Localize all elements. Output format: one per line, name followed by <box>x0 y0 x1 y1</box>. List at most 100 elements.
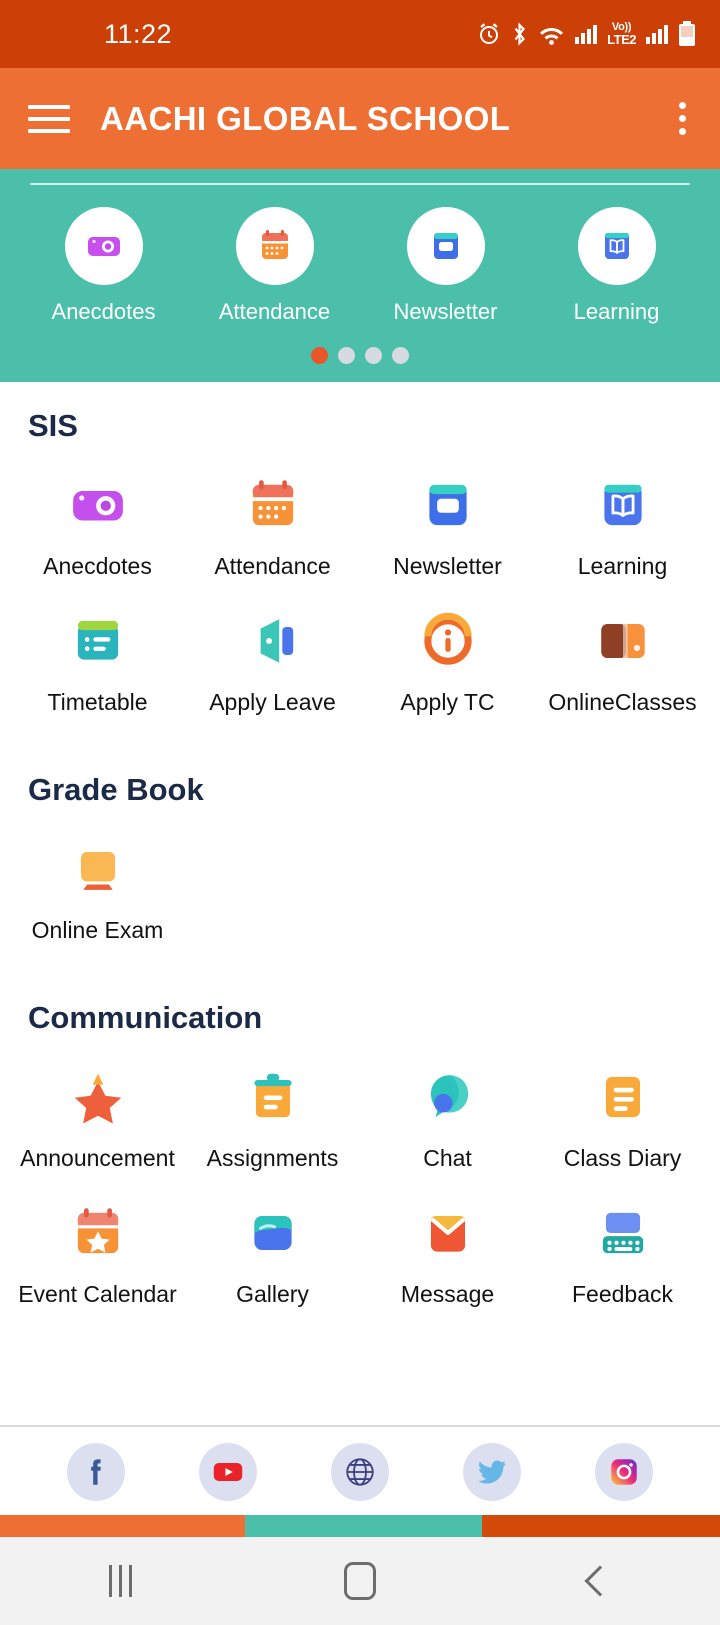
info-circle-icon <box>417 610 479 672</box>
tile-announcement[interactable]: Announcement <box>10 1036 185 1172</box>
tile-label: Message <box>400 1281 495 1307</box>
carousel-item-label: Learning <box>573 299 660 324</box>
carousel-dot-3[interactable] <box>365 347 382 364</box>
tile-online-exam[interactable]: Online Exam <box>10 808 185 944</box>
tile-label: Learning <box>577 553 668 579</box>
tile-label: Chat <box>423 1145 472 1171</box>
gallery-icon <box>242 1202 304 1264</box>
carousel-item-learning[interactable]: Learning <box>531 207 702 325</box>
tile-class-diary[interactable]: Class Diary <box>535 1036 710 1172</box>
tile-chat[interactable]: Chat <box>360 1036 535 1172</box>
segment-orange <box>0 1515 245 1537</box>
tile-label: Apply TC <box>400 689 495 715</box>
tile-anecdotes[interactable]: Anecdotes <box>10 444 185 580</box>
alarm-icon <box>477 22 501 46</box>
star-icon <box>67 1066 129 1128</box>
app-bar: AACHI GLOBAL SCHOOL <box>0 68 720 169</box>
tile-label: Class Diary <box>563 1145 682 1171</box>
hamburger-menu-icon[interactable] <box>28 104 70 133</box>
carousel-divider <box>30 183 690 185</box>
youtube-icon[interactable] <box>199 1443 257 1501</box>
event-calendar-icon <box>67 1202 129 1264</box>
tile-assignments[interactable]: Assignments <box>185 1036 360 1172</box>
bluetooth-icon <box>510 22 529 46</box>
facebook-icon[interactable] <box>67 1443 125 1501</box>
segment-dark-orange <box>482 1515 720 1537</box>
tile-label: Online Exam <box>31 917 164 943</box>
tile-event-calendar[interactable]: Event Calendar <box>10 1172 185 1308</box>
volte-icon: Vo)) LTE2 <box>607 21 636 47</box>
tile-label: Assignments <box>206 1145 339 1171</box>
main-content[interactable]: SIS Anecdotes Attendance Newsletter Lear… <box>0 382 720 1515</box>
section-title-grade-book: Grade Book <box>28 772 204 807</box>
tile-label: Feedback <box>571 1281 673 1307</box>
carousel-items: Anecdotes Attendance Newsletter Learning <box>0 207 720 325</box>
feature-carousel: Anecdotes Attendance Newsletter Learning <box>0 169 720 382</box>
tile-attendance[interactable]: Attendance <box>185 444 360 580</box>
twitter-icon[interactable] <box>463 1443 521 1501</box>
tile-message[interactable]: Message <box>360 1172 535 1308</box>
carousel-item-label: Newsletter <box>393 299 498 324</box>
section-grid-grade-book: Online Exam <box>0 808 720 944</box>
clipboard-icon <box>242 1066 304 1128</box>
newsletter-icon <box>406 207 485 285</box>
carousel-item-newsletter[interactable]: Newsletter <box>360 207 531 325</box>
carousel-dot-1[interactable] <box>311 347 328 364</box>
camera-icon <box>67 474 129 536</box>
tile-apply-leave[interactable]: Apply Leave <box>185 580 360 716</box>
tile-label: Apply Leave <box>209 689 336 715</box>
monitor-icon <box>67 838 129 900</box>
carousel-item-label: Anecdotes <box>51 299 156 324</box>
page-title: AACHI GLOBAL SCHOOL <box>100 99 511 137</box>
open-book-icon <box>592 474 654 536</box>
signal2-icon <box>645 22 669 46</box>
tile-label: Anecdotes <box>43 553 152 579</box>
envelope-icon <box>417 1202 479 1264</box>
camera-icon <box>64 207 143 285</box>
calendar-icon <box>235 207 314 285</box>
recent-apps-icon[interactable] <box>60 1565 180 1597</box>
tile-timetable[interactable]: Timetable <box>10 580 185 716</box>
android-nav-bar <box>0 1537 720 1625</box>
carousel-item-label: Attendance <box>218 299 331 324</box>
status-time: 11:22 <box>104 18 173 49</box>
instagram-icon[interactable] <box>595 1443 653 1501</box>
tile-apply-tc[interactable]: Apply TC <box>360 580 535 716</box>
carousel-pagination <box>0 347 720 364</box>
social-bar <box>0 1425 720 1515</box>
back-icon[interactable] <box>540 1565 660 1597</box>
website-icon[interactable] <box>331 1443 389 1501</box>
carousel-item-attendance[interactable]: Attendance <box>189 207 360 325</box>
tile-gallery[interactable]: Gallery <box>185 1172 360 1308</box>
carousel-dot-4[interactable] <box>392 347 409 364</box>
more-vertical-icon[interactable] <box>673 96 692 141</box>
signal-icon <box>574 22 598 46</box>
carousel-item-anecdotes[interactable]: Anecdotes <box>18 207 189 325</box>
home-icon[interactable] <box>300 1562 420 1600</box>
section-title-communication: Communication <box>28 1000 263 1035</box>
battery-icon <box>678 21 696 47</box>
chat-bubble-icon <box>417 1066 479 1128</box>
tile-label: Timetable <box>47 689 148 715</box>
tile-feedback[interactable]: Feedback <box>535 1172 710 1308</box>
tile-label: Event Calendar <box>18 1281 177 1307</box>
door-exit-icon <box>242 610 304 672</box>
tile-newsletter[interactable]: Newsletter <box>360 444 535 580</box>
tile-label: Announcement <box>20 1145 175 1171</box>
tile-onlineclasses[interactable]: OnlineClasses <box>535 580 710 716</box>
tile-learning[interactable]: Learning <box>535 444 710 580</box>
newsletter-icon <box>417 474 479 536</box>
section-grid-communication: Announcement Assignments Chat Class Diar… <box>0 1036 720 1308</box>
status-bar: 11:22 Vo)) LTE2 <box>0 0 720 68</box>
section-grid-sis: Anecdotes Attendance Newsletter Learning <box>0 444 720 716</box>
online-classes-icon <box>592 610 654 672</box>
wifi-icon <box>538 22 565 46</box>
segment-teal <box>244 1515 483 1537</box>
social-row <box>0 1443 720 1501</box>
tile-label: Attendance <box>214 553 331 579</box>
carousel-dot-2[interactable] <box>338 347 355 364</box>
diary-icon <box>592 1066 654 1128</box>
calendar-icon <box>242 474 304 536</box>
tile-label: Gallery <box>236 1281 309 1307</box>
feedback-keyboard-icon <box>592 1202 654 1264</box>
